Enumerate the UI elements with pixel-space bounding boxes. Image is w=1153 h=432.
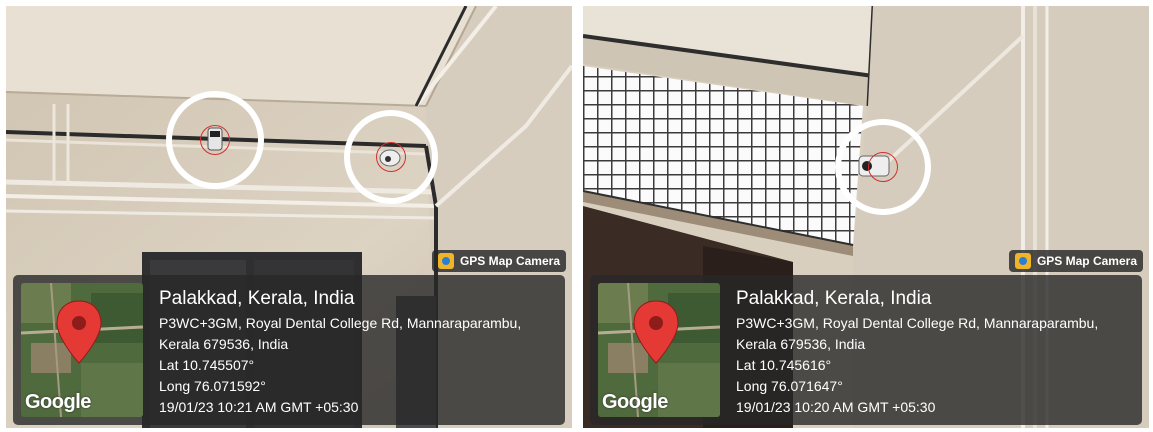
gps-map-camera-icon bbox=[437, 253, 454, 269]
badge-label: GPS Map Camera bbox=[459, 254, 560, 268]
google-watermark: Google bbox=[602, 391, 668, 413]
location-text: Palakkad, Kerala, India P3WC+3GM, Royal … bbox=[736, 287, 1134, 418]
address-line-2: Kerala 679536, India bbox=[736, 336, 866, 352]
latitude: Lat 10.745507° bbox=[159, 357, 255, 373]
gps-map-camera-badge: GPS Map Camera bbox=[431, 250, 566, 272]
google-watermark: Google bbox=[25, 391, 91, 413]
gps-map-camera-badge: GPS Map Camera bbox=[1008, 250, 1143, 272]
camera-highlight-circle bbox=[166, 91, 264, 189]
map-thumbnail: Google bbox=[598, 283, 720, 417]
address-line-1: P3WC+3GM, Royal Dental College Rd, Manna… bbox=[159, 315, 522, 331]
timestamp: 19/01/23 10:20 AM GMT +05:30 bbox=[736, 399, 936, 415]
gps-map-camera-icon bbox=[1014, 253, 1031, 269]
badge-label: GPS Map Camera bbox=[1036, 254, 1137, 268]
photo-left: GPS Map Camera Google Palakkad, Kerala, … bbox=[6, 6, 572, 428]
longitude: Long 76.071647° bbox=[736, 378, 843, 394]
latitude: Lat 10.745616° bbox=[736, 357, 832, 373]
place-name: Palakkad, Kerala, India bbox=[159, 288, 355, 309]
address-line-1: P3WC+3GM, Royal Dental College Rd, Manna… bbox=[736, 315, 1099, 331]
photo-right: GPS Map Camera Google Palakkad, Kerala, … bbox=[583, 6, 1149, 428]
address-line-2: Kerala 679536, India bbox=[159, 336, 289, 352]
location-info-panel: Google Palakkad, Kerala, India P3WC+3GM,… bbox=[13, 275, 565, 425]
location-text: Palakkad, Kerala, India P3WC+3GM, Royal … bbox=[159, 287, 557, 418]
longitude: Long 76.071592° bbox=[159, 378, 266, 394]
map-thumbnail: Google bbox=[21, 283, 143, 417]
camera-highlight-circle bbox=[344, 110, 438, 204]
timestamp: 19/01/23 10:21 AM GMT +05:30 bbox=[159, 399, 359, 415]
camera-highlight-circle bbox=[835, 119, 931, 215]
place-name: Palakkad, Kerala, India bbox=[736, 288, 932, 309]
location-info-panel: Google Palakkad, Kerala, India P3WC+3GM,… bbox=[590, 275, 1142, 425]
